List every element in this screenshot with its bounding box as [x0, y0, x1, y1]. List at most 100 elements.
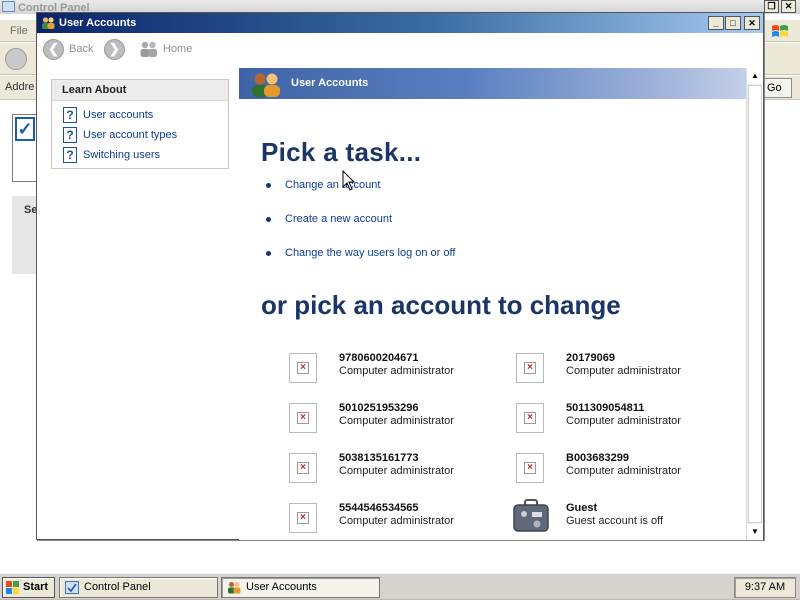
- broken-image-icon: ×: [297, 412, 309, 424]
- bullet-icon: [266, 217, 271, 222]
- broken-image-icon: ×: [297, 362, 309, 374]
- learn-item-switching-users[interactable]: ? Switching users: [52, 145, 228, 165]
- go-button[interactable]: Go: [762, 78, 792, 98]
- taskbar-button-label: Control Panel: [84, 581, 151, 593]
- back-arrow-icon: ❮: [43, 38, 64, 60]
- task-label: Create a new account: [285, 213, 393, 225]
- learn-item-label: User account types: [83, 129, 178, 141]
- back-button[interactable]: ❮ Back: [43, 38, 93, 60]
- account-type: Computer administrator: [566, 415, 681, 427]
- task-list: Change an account Create a new account C…: [263, 179, 455, 281]
- home-label: Home: [163, 43, 193, 55]
- help-icon: ?: [63, 127, 77, 143]
- start-label: Start: [23, 581, 49, 593]
- taskbar: Start Control Panel User Accounts 9:37 A…: [0, 573, 800, 600]
- account-tile[interactable]: × 5038135161773 Computer administrator: [289, 450, 509, 490]
- maximize-button[interactable]: □: [725, 16, 741, 30]
- forward-button[interactable]: ❯: [104, 38, 125, 60]
- task-create-account[interactable]: Create a new account: [263, 213, 455, 247]
- broken-image-icon: ×: [297, 512, 309, 524]
- menu-file[interactable]: File: [10, 25, 28, 37]
- account-tile[interactable]: × 5010251953296 Computer administrator: [289, 400, 509, 440]
- control-panel-icon: [2, 1, 15, 12]
- task-change-account[interactable]: Change an account: [263, 179, 455, 213]
- account-name: 5038135161773: [339, 452, 419, 464]
- user-accounts-band-icon: [252, 73, 280, 97]
- account-picture: ×: [289, 503, 317, 533]
- account-name: B003683299: [566, 452, 630, 464]
- control-panel-close-button[interactable]: ✕: [781, 0, 796, 13]
- start-button[interactable]: Start: [2, 577, 55, 598]
- account-tile[interactable]: × 9780600204671 Computer administrator: [289, 350, 509, 390]
- windows-logo-icon: [772, 25, 788, 37]
- control-panel-icon: [65, 581, 79, 594]
- control-panel-side-panel: Se: [12, 196, 38, 274]
- account-type: Computer administrator: [566, 365, 681, 377]
- caption-buttons: _ □ ✕: [708, 16, 760, 30]
- guest-account-tile[interactable]: Guest Guest account is off: [513, 499, 736, 540]
- forward-arrow-icon: ❯: [104, 38, 125, 60]
- account-name: 9780600204671: [339, 352, 419, 364]
- account-type: Computer administrator: [339, 365, 454, 377]
- account-picture: ×: [516, 353, 544, 383]
- vertical-scrollbar[interactable]: ▲ ▼: [746, 68, 763, 540]
- scroll-thumb[interactable]: [748, 85, 762, 523]
- bullet-icon: [266, 251, 271, 256]
- account-tile[interactable]: × 20179069 Computer administrator: [516, 350, 736, 390]
- learn-item-label: Switching users: [83, 149, 161, 161]
- help-icon: ?: [63, 147, 77, 163]
- account-picture: ×: [516, 403, 544, 433]
- account-type: Computer administrator: [339, 465, 454, 477]
- task-label: Change the way users log on or off: [285, 247, 456, 259]
- header-band: User Accounts: [239, 68, 746, 99]
- scroll-down-icon[interactable]: ▼: [747, 524, 763, 540]
- back-label: Back: [69, 43, 94, 55]
- account-name: 5544546534565: [339, 502, 419, 514]
- scroll-up-icon[interactable]: ▲: [747, 68, 763, 84]
- pick-task-heading: Pick a task...: [261, 137, 422, 167]
- mouse-cursor-icon: [342, 170, 356, 191]
- learn-item-user-accounts[interactable]: ? User accounts: [52, 105, 228, 125]
- account-name: 20179069: [566, 352, 615, 364]
- task-label: Change an account: [285, 179, 381, 191]
- band-title: User Accounts: [291, 77, 369, 89]
- control-panel-back-button[interactable]: [5, 48, 27, 70]
- learn-about-header: Learn About: [52, 80, 228, 101]
- account-name: 5010251953296: [339, 402, 419, 414]
- address-label: Addre: [5, 81, 35, 93]
- taskbar-button-control-panel[interactable]: Control Panel: [59, 577, 218, 598]
- user-accounts-icon: [42, 17, 55, 29]
- main-content: User Accounts Pick a task... Change an a…: [239, 68, 746, 540]
- account-tile[interactable]: × 5544546534565 Computer administrator: [289, 500, 509, 540]
- learn-item-user-account-types[interactable]: ? User account types: [52, 125, 228, 145]
- briefcase-icon: [513, 499, 549, 532]
- control-panel-category-icon: ✓: [12, 114, 38, 182]
- account-type: Computer administrator: [339, 415, 454, 427]
- minimize-button[interactable]: _: [708, 16, 724, 30]
- user-accounts-icon: [228, 582, 241, 594]
- account-tile[interactable]: × B003683299 Computer administrator: [516, 450, 736, 490]
- close-button[interactable]: ✕: [744, 16, 760, 30]
- learn-item-label: User accounts: [83, 109, 154, 121]
- account-type: Guest account is off: [566, 515, 664, 527]
- windows-flag-icon: [6, 581, 19, 594]
- navigation-toolbar: ❮ Back ❯ Home: [37, 34, 763, 64]
- broken-image-icon: ×: [297, 462, 309, 474]
- account-tile[interactable]: × 5011309054811 Computer administrator: [516, 400, 736, 440]
- account-picture: ×: [516, 453, 544, 483]
- taskbar-button-user-accounts[interactable]: User Accounts: [221, 577, 380, 598]
- home-users-icon: [140, 41, 157, 57]
- control-panel-restore-button[interactable]: ❐: [764, 0, 779, 13]
- broken-image-icon: ×: [524, 462, 536, 474]
- taskbar-button-label: User Accounts: [246, 581, 317, 593]
- user-accounts-title-bar[interactable]: User Accounts: [37, 13, 763, 33]
- pick-account-heading: or pick an account to change: [261, 290, 621, 320]
- account-type: Computer administrator: [339, 515, 454, 527]
- control-panel-caption-buttons: ❐ ✕: [764, 0, 796, 13]
- task-change-logon[interactable]: Change the way users log on or off: [263, 247, 455, 281]
- home-button[interactable]: Home: [139, 38, 192, 60]
- system-clock: 9:37 AM: [734, 577, 796, 598]
- learn-about-panel: Learn About ? User accounts ? User accou…: [51, 79, 229, 169]
- window-title: User Accounts: [59, 17, 137, 29]
- broken-image-icon: ×: [524, 362, 536, 374]
